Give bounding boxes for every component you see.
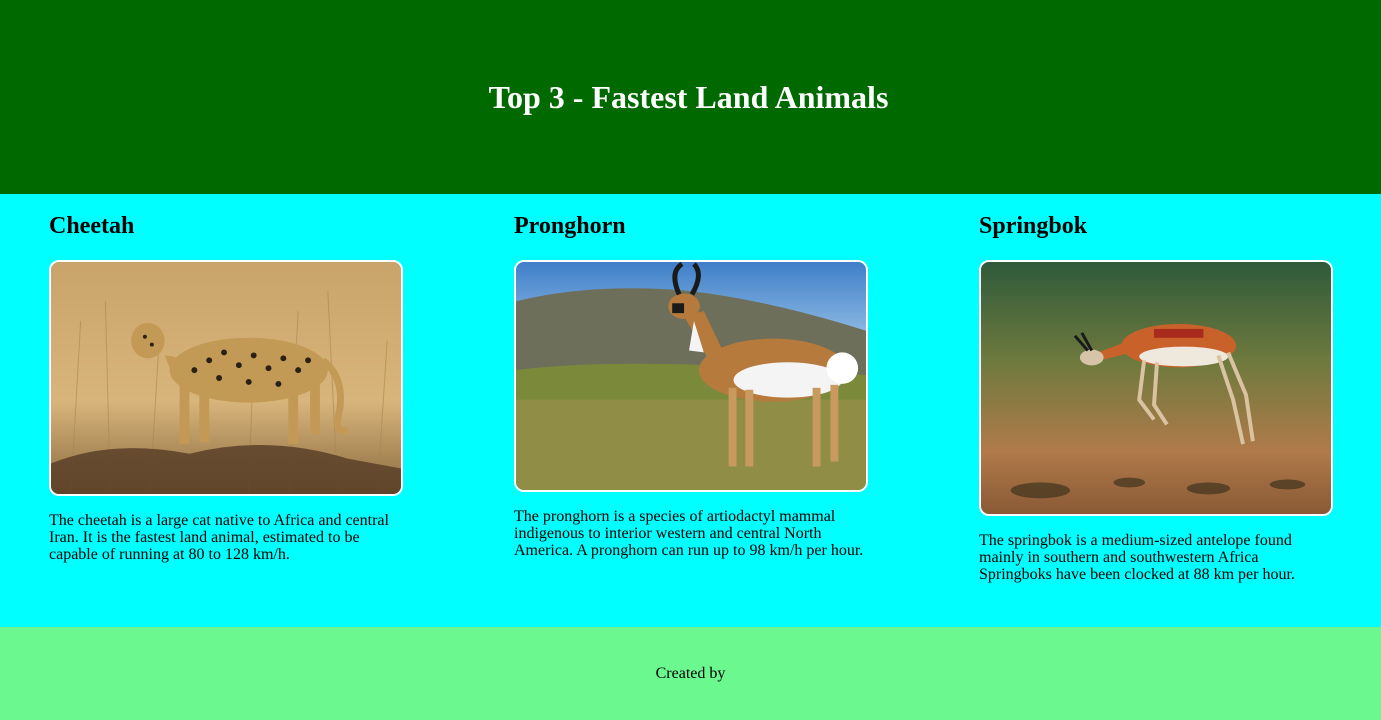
animal-name: Springbok bbox=[979, 213, 1088, 239]
page-header: Top 3 - Fastest Land Animals bbox=[0, 0, 1381, 194]
animal-card-cheetah: Cheetah The cheetah is a large cat nativ… bbox=[49, 194, 403, 563]
springbok-illustration bbox=[981, 262, 1331, 514]
cheetah-image bbox=[49, 260, 403, 496]
animal-card-springbok: Springbok The springbok is a medium-size… bbox=[979, 194, 1333, 583]
springbok-image bbox=[979, 260, 1333, 516]
animal-description: The springbok is a medium-sized antelope… bbox=[979, 532, 1295, 583]
pronghorn-illustration bbox=[516, 262, 866, 490]
animal-description: The cheetah is a large cat native to Afr… bbox=[49, 512, 389, 563]
animal-name: Pronghorn bbox=[514, 213, 626, 239]
pronghorn-image bbox=[514, 260, 868, 492]
cheetah-illustration bbox=[51, 262, 401, 494]
animal-cards-section: Cheetah The cheetah is a large cat nativ… bbox=[0, 194, 1381, 627]
page-footer: Created by bbox=[0, 627, 1381, 720]
animal-card-pronghorn: Pronghorn The pronghorn is a species of … bbox=[514, 194, 868, 559]
animal-name: Cheetah bbox=[49, 213, 135, 239]
footer-credit: Created by bbox=[655, 664, 726, 682]
page-title: Top 3 - Fastest Land Animals bbox=[488, 78, 889, 115]
animal-description: The pronghorn is a species of artiodacty… bbox=[514, 508, 864, 559]
